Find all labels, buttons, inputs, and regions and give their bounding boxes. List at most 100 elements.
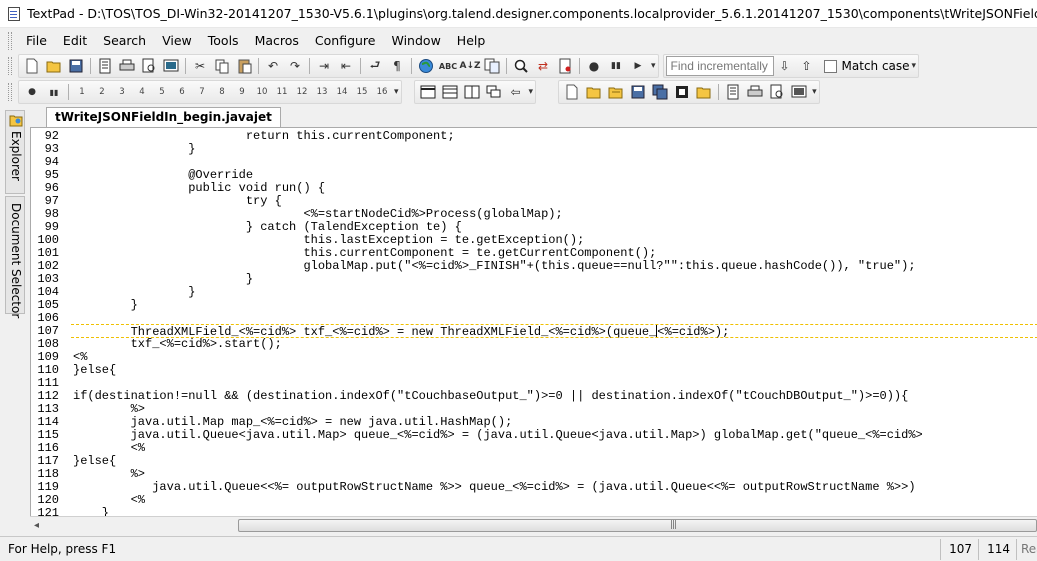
menu-tools[interactable]: Tools (200, 31, 247, 51)
bookmark-slot-8-icon[interactable]: 8 (212, 87, 232, 97)
menu-configure[interactable]: Configure (307, 31, 384, 51)
find-next-icon[interactable]: ⇩ (775, 56, 795, 76)
macro-toolbar-overflow-chevron[interactable]: ▾ (394, 87, 399, 97)
record-icon[interactable]: ● (584, 56, 604, 76)
code-line[interactable]: 108 txf_<%=cid%>.start(); (31, 338, 1037, 351)
paragraph-icon[interactable]: ¶ (387, 56, 407, 76)
explorer-tab[interactable]: Explorer (5, 110, 25, 194)
code-line[interactable]: 93 } (31, 143, 1037, 156)
bookmark-slot-10-icon[interactable]: 10 (252, 87, 272, 97)
find-icon[interactable] (511, 56, 531, 76)
menu-macros[interactable]: Macros (247, 31, 307, 51)
open-file-secondary-icon[interactable] (584, 82, 604, 102)
copy-icon[interactable] (212, 56, 232, 76)
bookmark-slot-6-icon[interactable]: 6 (172, 87, 192, 97)
replace-icon[interactable]: ⇄ (533, 56, 553, 76)
bookmark-slot-5-icon[interactable]: 5 (152, 87, 172, 97)
workspace-icon[interactable] (694, 82, 714, 102)
open-file-icon[interactable] (44, 56, 64, 76)
menu-search[interactable]: Search (95, 31, 154, 51)
outdent-icon[interactable]: ⇤ (336, 56, 356, 76)
screen-secondary-icon[interactable] (789, 82, 809, 102)
save-all-icon[interactable] (650, 82, 670, 102)
next-window-icon[interactable]: ⇦ (506, 82, 526, 102)
code-line[interactable]: 104 } (31, 286, 1037, 299)
bookmark-slot-3-icon[interactable]: 3 (112, 87, 132, 97)
document-tab[interactable]: tWriteJSONFieldIn_begin.javajet (46, 107, 281, 127)
textpad-app-icon[interactable] (6, 6, 21, 22)
scroll-left-icon[interactable]: ◂ (34, 520, 39, 531)
toolbar-grip[interactable] (8, 57, 12, 75)
print-secondary-icon[interactable] (745, 82, 765, 102)
cascade-icon[interactable] (484, 82, 504, 102)
bookmark-slot-9-icon[interactable]: 9 (232, 87, 252, 97)
bookmark-slot-11-icon[interactable]: 11 (272, 87, 292, 97)
find-incrementally-input[interactable] (665, 56, 774, 76)
find-previous-icon[interactable]: ⇧ (797, 56, 817, 76)
tile-horizontal-icon[interactable] (418, 82, 438, 102)
code-line[interactable]: 117}else{ (31, 455, 1037, 468)
code-line[interactable]: 121 } (31, 507, 1037, 517)
bookmark-icon[interactable] (555, 56, 575, 76)
undo-icon[interactable]: ↶ (263, 56, 283, 76)
bookmark-slot-12-icon[interactable]: 12 (292, 87, 312, 97)
bookmark-slot-2-icon[interactable]: 2 (92, 87, 112, 97)
save-icon[interactable] (66, 56, 86, 76)
code-line[interactable]: 120 <% (31, 494, 1037, 507)
globe-icon[interactable] (416, 56, 436, 76)
menu-help[interactable]: Help (449, 31, 494, 51)
document-properties-icon[interactable] (95, 56, 115, 76)
indent-icon[interactable]: ⇥ (314, 56, 334, 76)
horizontal-scrollbar[interactable]: ◂ ||| (30, 516, 1037, 533)
pause-macro-icon[interactable]: ▮▮ (44, 82, 64, 102)
code-line[interactable]: 112 if(destination!=null && (destination.… (31, 390, 1037, 403)
tile-split-icon[interactable] (440, 82, 460, 102)
scrollbar-thumb[interactable] (238, 519, 1037, 532)
menu-edit[interactable]: Edit (55, 31, 95, 51)
play-icon[interactable]: ▶ (628, 56, 648, 76)
close-document-icon[interactable] (672, 82, 692, 102)
code-line[interactable]: 116 <% (31, 442, 1037, 455)
bookmark-slot-15-icon[interactable]: 15 (352, 87, 372, 97)
word-wrap-icon[interactable]: ⮐ (365, 56, 385, 76)
code-line[interactable]: 110}else{ (31, 364, 1037, 377)
open-folder-icon[interactable] (606, 82, 626, 102)
new-file-secondary-icon[interactable] (562, 82, 582, 102)
code-editor[interactable]: 92 return this.currentComponent; 93 } 94 95… (30, 127, 1037, 516)
new-file-icon[interactable] (22, 56, 42, 76)
bookmark-slot-4-icon[interactable]: 4 (132, 87, 152, 97)
toolbar-overflow-chevron[interactable]: ▾ (651, 61, 656, 71)
record-macro-icon[interactable]: ● (22, 82, 42, 102)
spell-check-icon[interactable]: ABC (438, 56, 458, 76)
tile-vertical-icon[interactable] (462, 82, 482, 102)
bookmark-slot-14-icon[interactable]: 14 (332, 87, 352, 97)
pause-icon[interactable]: ▮▮ (606, 56, 626, 76)
find-toolbar-overflow-chevron[interactable]: ▾ (912, 61, 917, 71)
print-preview-icon[interactable] (139, 56, 159, 76)
sort-icon[interactable]: A↓Z (459, 56, 480, 76)
code-line[interactable]: 115 java.util.Queue<java.util.Map> queue… (31, 429, 1037, 442)
code-line[interactable]: 109 <% (31, 351, 1037, 364)
save-secondary-icon[interactable] (628, 82, 648, 102)
menubar-grip[interactable] (8, 32, 12, 50)
code-line[interactable]: 119 java.util.Queue<<%= outputRowStructN… (31, 481, 1037, 494)
menu-window[interactable]: Window (384, 31, 449, 51)
redo-icon[interactable]: ↷ (285, 56, 305, 76)
compare-icon[interactable] (482, 56, 502, 76)
window-toolbar-overflow-chevron[interactable]: ▾ (529, 87, 534, 97)
print-preview-secondary-icon[interactable] (767, 82, 787, 102)
bookmark-slot-1-icon[interactable]: 1 (72, 87, 92, 97)
bookmark-slot-16-icon[interactable]: 16 (372, 87, 392, 97)
code-line[interactable]: 105 } (31, 299, 1037, 312)
bookmark-slot-13-icon[interactable]: 13 (312, 87, 332, 97)
menu-file[interactable]: File (18, 31, 55, 51)
match-case-box[interactable] (823, 59, 837, 73)
match-case-checkbox[interactable]: Match case (823, 59, 910, 73)
document-selector-tab[interactable]: Document Selector (5, 196, 25, 318)
paste-icon[interactable] (234, 56, 254, 76)
cut-icon[interactable]: ✂ (190, 56, 210, 76)
print-icon[interactable] (117, 56, 137, 76)
screen-icon[interactable] (161, 56, 181, 76)
file-toolbar-secondary-overflow-chevron[interactable]: ▾ (812, 87, 817, 97)
toolbar-grip[interactable] (8, 83, 12, 101)
